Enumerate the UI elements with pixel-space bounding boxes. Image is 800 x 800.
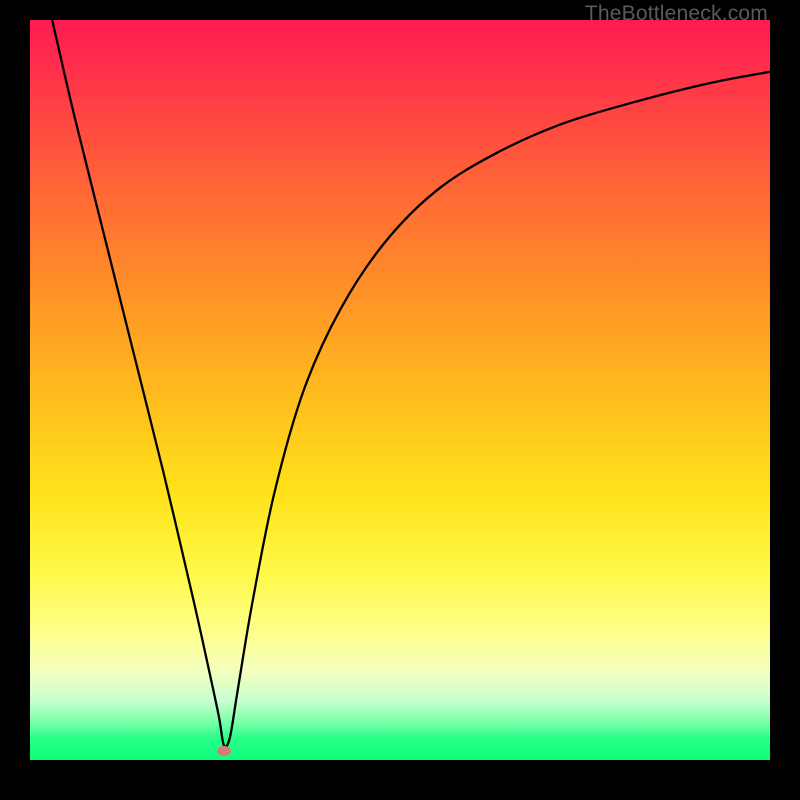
chart-frame (30, 20, 770, 760)
minimum-marker-icon (217, 746, 231, 756)
plot-area (30, 20, 770, 760)
watermark-label: TheBottleneck.com (585, 2, 768, 26)
bottleneck-curve (52, 20, 770, 747)
curve-layer (30, 20, 770, 760)
